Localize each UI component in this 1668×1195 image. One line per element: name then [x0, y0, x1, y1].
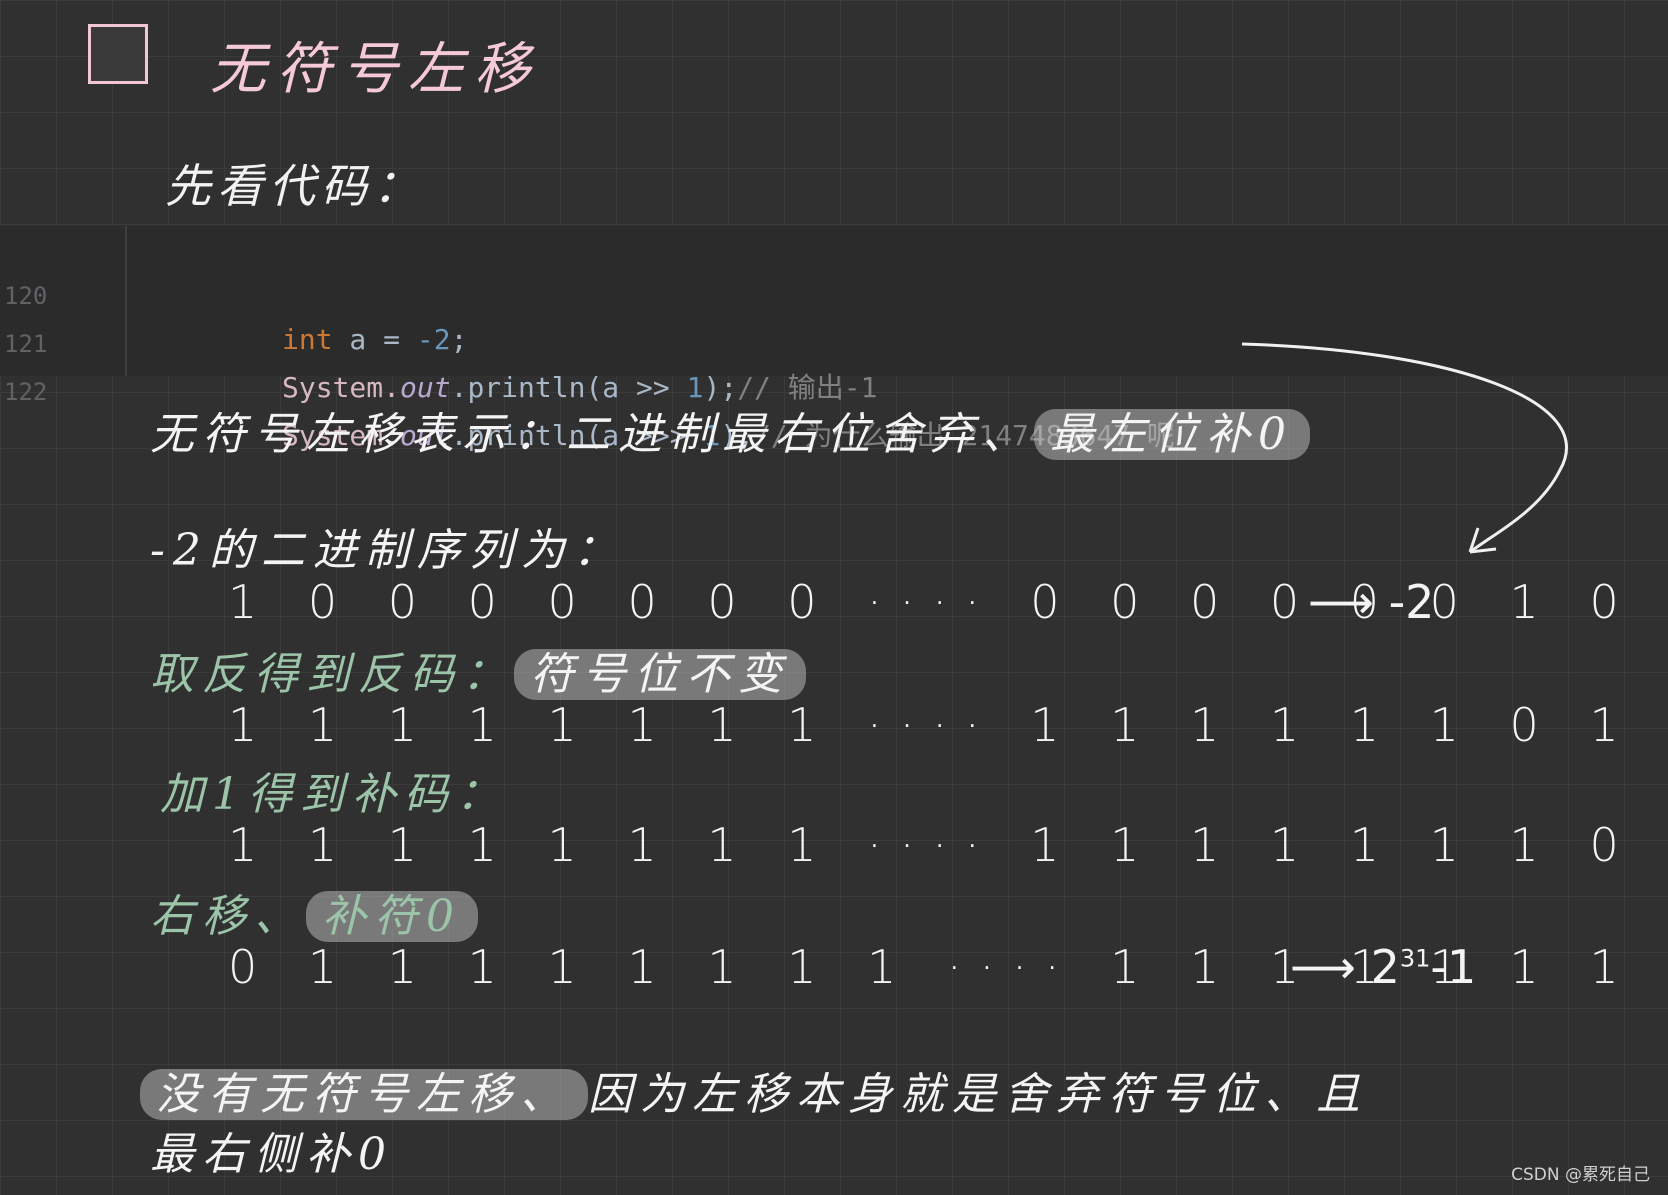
- shift-highlight: 补符0: [306, 891, 478, 942]
- definition-note: 无符号左移表示：二进制最右位舍弃、 最左位补0: [150, 398, 1310, 462]
- binary-label: -2的二进制序列为：: [150, 525, 625, 576]
- conclusion-highlight: 没有无符号左移、: [140, 1069, 588, 1120]
- original-value: ⟶ -2: [1308, 575, 1435, 629]
- twos-complement-label: 加1得到补码：: [160, 769, 508, 820]
- result-value: ⟶ 231-1: [1290, 940, 1477, 994]
- bits-twos-complement: 1 1 1 1 1 1 1 1 ···· 1 1 1 1 1 1 1 0: [228, 818, 1637, 872]
- definition-highlight: 最左位补0: [1034, 409, 1310, 460]
- watermark: CSDN @累死自己: [1511, 1165, 1650, 1185]
- conclusion-line-2: 最右侧补0: [150, 1129, 394, 1180]
- shift-label: 右移、 补符0: [150, 880, 478, 944]
- ones-highlight: 符号位不变: [514, 649, 806, 700]
- ones-complement-label: 取反得到反码： 符号位不变: [150, 638, 806, 702]
- conclusion-line-1: 没有无符号左移、 因为左移本身就是舍弃符号位、且: [140, 1058, 1368, 1122]
- bits-ones-complement: 1 1 1 1 1 1 1 1 ···· 1 1 1 1 1 1 0 1: [228, 698, 1637, 752]
